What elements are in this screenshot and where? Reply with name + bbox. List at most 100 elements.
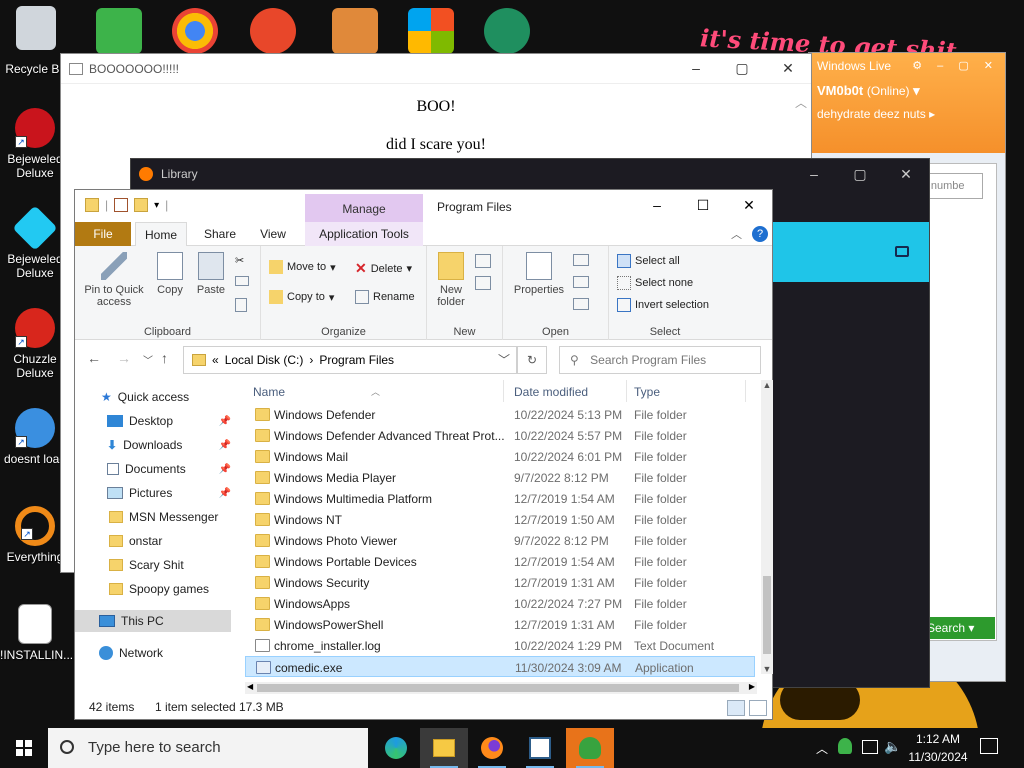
messenger-personal-message[interactable]: dehydrate deez nuts ▸ bbox=[817, 107, 997, 121]
table-row[interactable]: Windows Mail 10/22/2024 6:01 PM File folde… bbox=[245, 446, 755, 467]
library-titlebar[interactable]: Library – ▢ ✕ bbox=[131, 159, 929, 189]
pin-quick-access-button[interactable]: Pin to Quick access bbox=[81, 252, 147, 308]
column-type[interactable]: Type bbox=[634, 385, 660, 399]
history-icon[interactable] bbox=[573, 298, 589, 310]
game-app-icon[interactable] bbox=[250, 8, 296, 54]
copy-button[interactable]: Copy bbox=[153, 252, 187, 296]
move-to-button[interactable]: Move to ▾ bbox=[269, 260, 336, 274]
new-folder-icon[interactable] bbox=[134, 198, 149, 212]
explorer-titlebar[interactable]: | ▾ | Manage Program Files – ☐ ✕ bbox=[75, 190, 772, 222]
show-hidden-icons[interactable]: ︿ bbox=[816, 740, 828, 768]
column-name[interactable]: Name bbox=[253, 385, 285, 399]
column-date-modified[interactable]: Date modified bbox=[514, 385, 588, 399]
table-row[interactable]: Windows Multimedia Platform 12/7/2019 1:5… bbox=[245, 488, 755, 509]
nav-spoopy-games[interactable]: Spoopy games bbox=[75, 578, 235, 600]
vertical-scrollbar[interactable]: ▲ ▼ bbox=[761, 380, 773, 674]
nav-quick-access[interactable]: ★ Quick access bbox=[75, 386, 235, 408]
notification-icon[interactable] bbox=[980, 738, 998, 754]
scroll-left-icon[interactable]: ◀ bbox=[247, 682, 253, 691]
scrollbar-thumb[interactable] bbox=[257, 684, 739, 692]
library-download-bar[interactable] bbox=[771, 222, 929, 282]
taskbar-firefox[interactable] bbox=[468, 728, 516, 768]
volume-icon[interactable]: 🔈 bbox=[884, 738, 901, 768]
select-none-button[interactable]: Select none bbox=[617, 276, 693, 290]
nav-pictures[interactable]: Pictures 📌 bbox=[75, 482, 235, 504]
refresh-button[interactable]: ↻ bbox=[517, 346, 547, 374]
properties-icon[interactable] bbox=[114, 198, 129, 212]
table-row[interactable]: Windows Media Player 9/7/2022 8:12 PM File… bbox=[245, 467, 755, 488]
address-bar[interactable]: « Local Disk (C:) › Program Files ﹀ bbox=[183, 346, 517, 374]
maximize-icon[interactable]: ☐ bbox=[680, 190, 726, 222]
taskbar-search[interactable]: Type here to search bbox=[48, 728, 368, 768]
nav-scary-shit[interactable]: Scary Shit bbox=[75, 554, 235, 576]
manage-tab[interactable]: Manage bbox=[305, 194, 423, 222]
rename-button[interactable]: Rename bbox=[355, 290, 415, 304]
table-row[interactable]: Windows Security 12/7/2019 1:31 AM File fo… bbox=[245, 572, 755, 593]
horizontal-scrollbar[interactable]: ◀ ▶ bbox=[245, 682, 757, 694]
properties-button[interactable]: Properties bbox=[509, 252, 569, 296]
paste-button[interactable]: Paste bbox=[193, 252, 229, 296]
messenger-username[interactable]: VM0b0t (Online) ▾ bbox=[817, 83, 997, 99]
folder-icon[interactable] bbox=[895, 246, 909, 257]
close-icon[interactable]: ✕ bbox=[883, 166, 929, 183]
table-row[interactable]: Windows Photo Viewer 9/7/2022 8:12 PM File… bbox=[245, 530, 755, 551]
close-icon[interactable]: ✕ bbox=[765, 60, 811, 77]
tab-view[interactable]: View bbox=[251, 222, 295, 246]
taskbar-notepad-window[interactable] bbox=[516, 728, 564, 768]
minimize-icon[interactable]: – bbox=[673, 60, 719, 77]
chrome-icon[interactable] bbox=[172, 8, 218, 54]
invert-selection-button[interactable]: Invert selection bbox=[617, 298, 709, 312]
nav-downloads[interactable]: ⬇ Downloads 📌 bbox=[75, 434, 235, 456]
cut-icon[interactable]: ✂ bbox=[235, 254, 244, 267]
maximize-icon[interactable]: ▢ bbox=[837, 166, 883, 183]
customize-toolbar-icon[interactable]: ▾ bbox=[154, 200, 159, 211]
navigation-pane[interactable]: ★ Quick access Desktop 📌 ⬇ Downloads 📌 D… bbox=[75, 380, 235, 688]
door-app-icon[interactable] bbox=[332, 8, 378, 54]
new-folder-button[interactable]: New folder bbox=[433, 252, 469, 308]
nav-this-pc[interactable]: This PC bbox=[75, 610, 231, 632]
minimize-icon[interactable]: – bbox=[634, 190, 680, 222]
table-row[interactable]: WindowsApps 10/22/2024 7:27 PM File folder bbox=[245, 593, 755, 614]
new-item-icon[interactable] bbox=[475, 254, 491, 268]
nav-documents[interactable]: Documents 📌 bbox=[75, 458, 235, 480]
up-arrow-icon[interactable]: ↑ bbox=[161, 350, 168, 366]
table-row[interactable]: Windows NT 12/7/2019 1:50 AM File folder bbox=[245, 509, 755, 530]
edit-icon[interactable] bbox=[573, 276, 589, 288]
maximize-icon[interactable]: ▢ bbox=[719, 60, 765, 77]
select-all-button[interactable]: Select all bbox=[617, 254, 680, 268]
breadcrumb-local-disk[interactable]: Local Disk (C:) bbox=[225, 347, 304, 373]
open-icon[interactable] bbox=[573, 254, 589, 266]
tab-share[interactable]: Share bbox=[195, 222, 245, 246]
messenger-tray-icon[interactable] bbox=[838, 738, 852, 754]
forward-arrow-icon[interactable]: → bbox=[117, 350, 131, 366]
scrollbar-thumb[interactable] bbox=[763, 576, 771, 654]
character-app-icon[interactable] bbox=[484, 8, 530, 54]
table-row[interactable]: WindowsPowerShell 12/7/2019 1:31 AM File f… bbox=[245, 614, 755, 635]
easy-access-icon[interactable] bbox=[475, 276, 491, 290]
network-icon[interactable] bbox=[862, 740, 878, 754]
scroll-up-icon[interactable]: ▲ bbox=[761, 380, 773, 390]
file-explorer-window[interactable]: | ▾ | Manage Program Files – ☐ ✕ File Ho… bbox=[74, 189, 773, 720]
tab-home[interactable]: Home bbox=[135, 222, 187, 246]
scroll-down-icon[interactable]: ▼ bbox=[761, 664, 773, 674]
scroll-right-icon[interactable]: ▶ bbox=[749, 682, 755, 691]
search-input[interactable]: ⚲ Search Program Files bbox=[559, 346, 761, 374]
nav-network[interactable]: Network bbox=[75, 642, 235, 664]
boo-titlebar[interactable]: BOOOOOOO!!!!! – ▢ ✕ bbox=[61, 54, 811, 84]
taskbar-file-explorer[interactable] bbox=[420, 728, 468, 768]
breadcrumb-root[interactable]: « bbox=[212, 347, 219, 373]
recent-locations-icon[interactable]: ﹀ bbox=[143, 352, 153, 367]
details-view-icon[interactable] bbox=[727, 700, 745, 716]
nav-msn-messenger[interactable]: MSN Messenger bbox=[75, 506, 235, 528]
table-row[interactable]: comedic.exe 11/30/2024 3:09 AM Application bbox=[245, 656, 755, 677]
messenger-window-controls[interactable]: ⚙ – ▢ ✕ bbox=[912, 59, 999, 72]
nav-desktop[interactable]: Desktop 📌 bbox=[75, 410, 235, 432]
large-icons-view-icon[interactable] bbox=[749, 700, 767, 716]
copy-to-button[interactable]: Copy to ▾ bbox=[269, 290, 334, 304]
close-icon[interactable]: ✕ bbox=[726, 190, 772, 222]
delete-button[interactable]: ✕ Delete ▾ bbox=[355, 260, 412, 277]
table-row[interactable]: Windows Defender 10/22/2024 5:13 PM File f… bbox=[245, 404, 755, 425]
minimize-icon[interactable]: – bbox=[791, 166, 837, 183]
collapse-ribbon-icon[interactable]: ︿ bbox=[731, 226, 742, 242]
file-list[interactable]: ︿ Name Date modified Type Windows Defend… bbox=[245, 380, 772, 690]
